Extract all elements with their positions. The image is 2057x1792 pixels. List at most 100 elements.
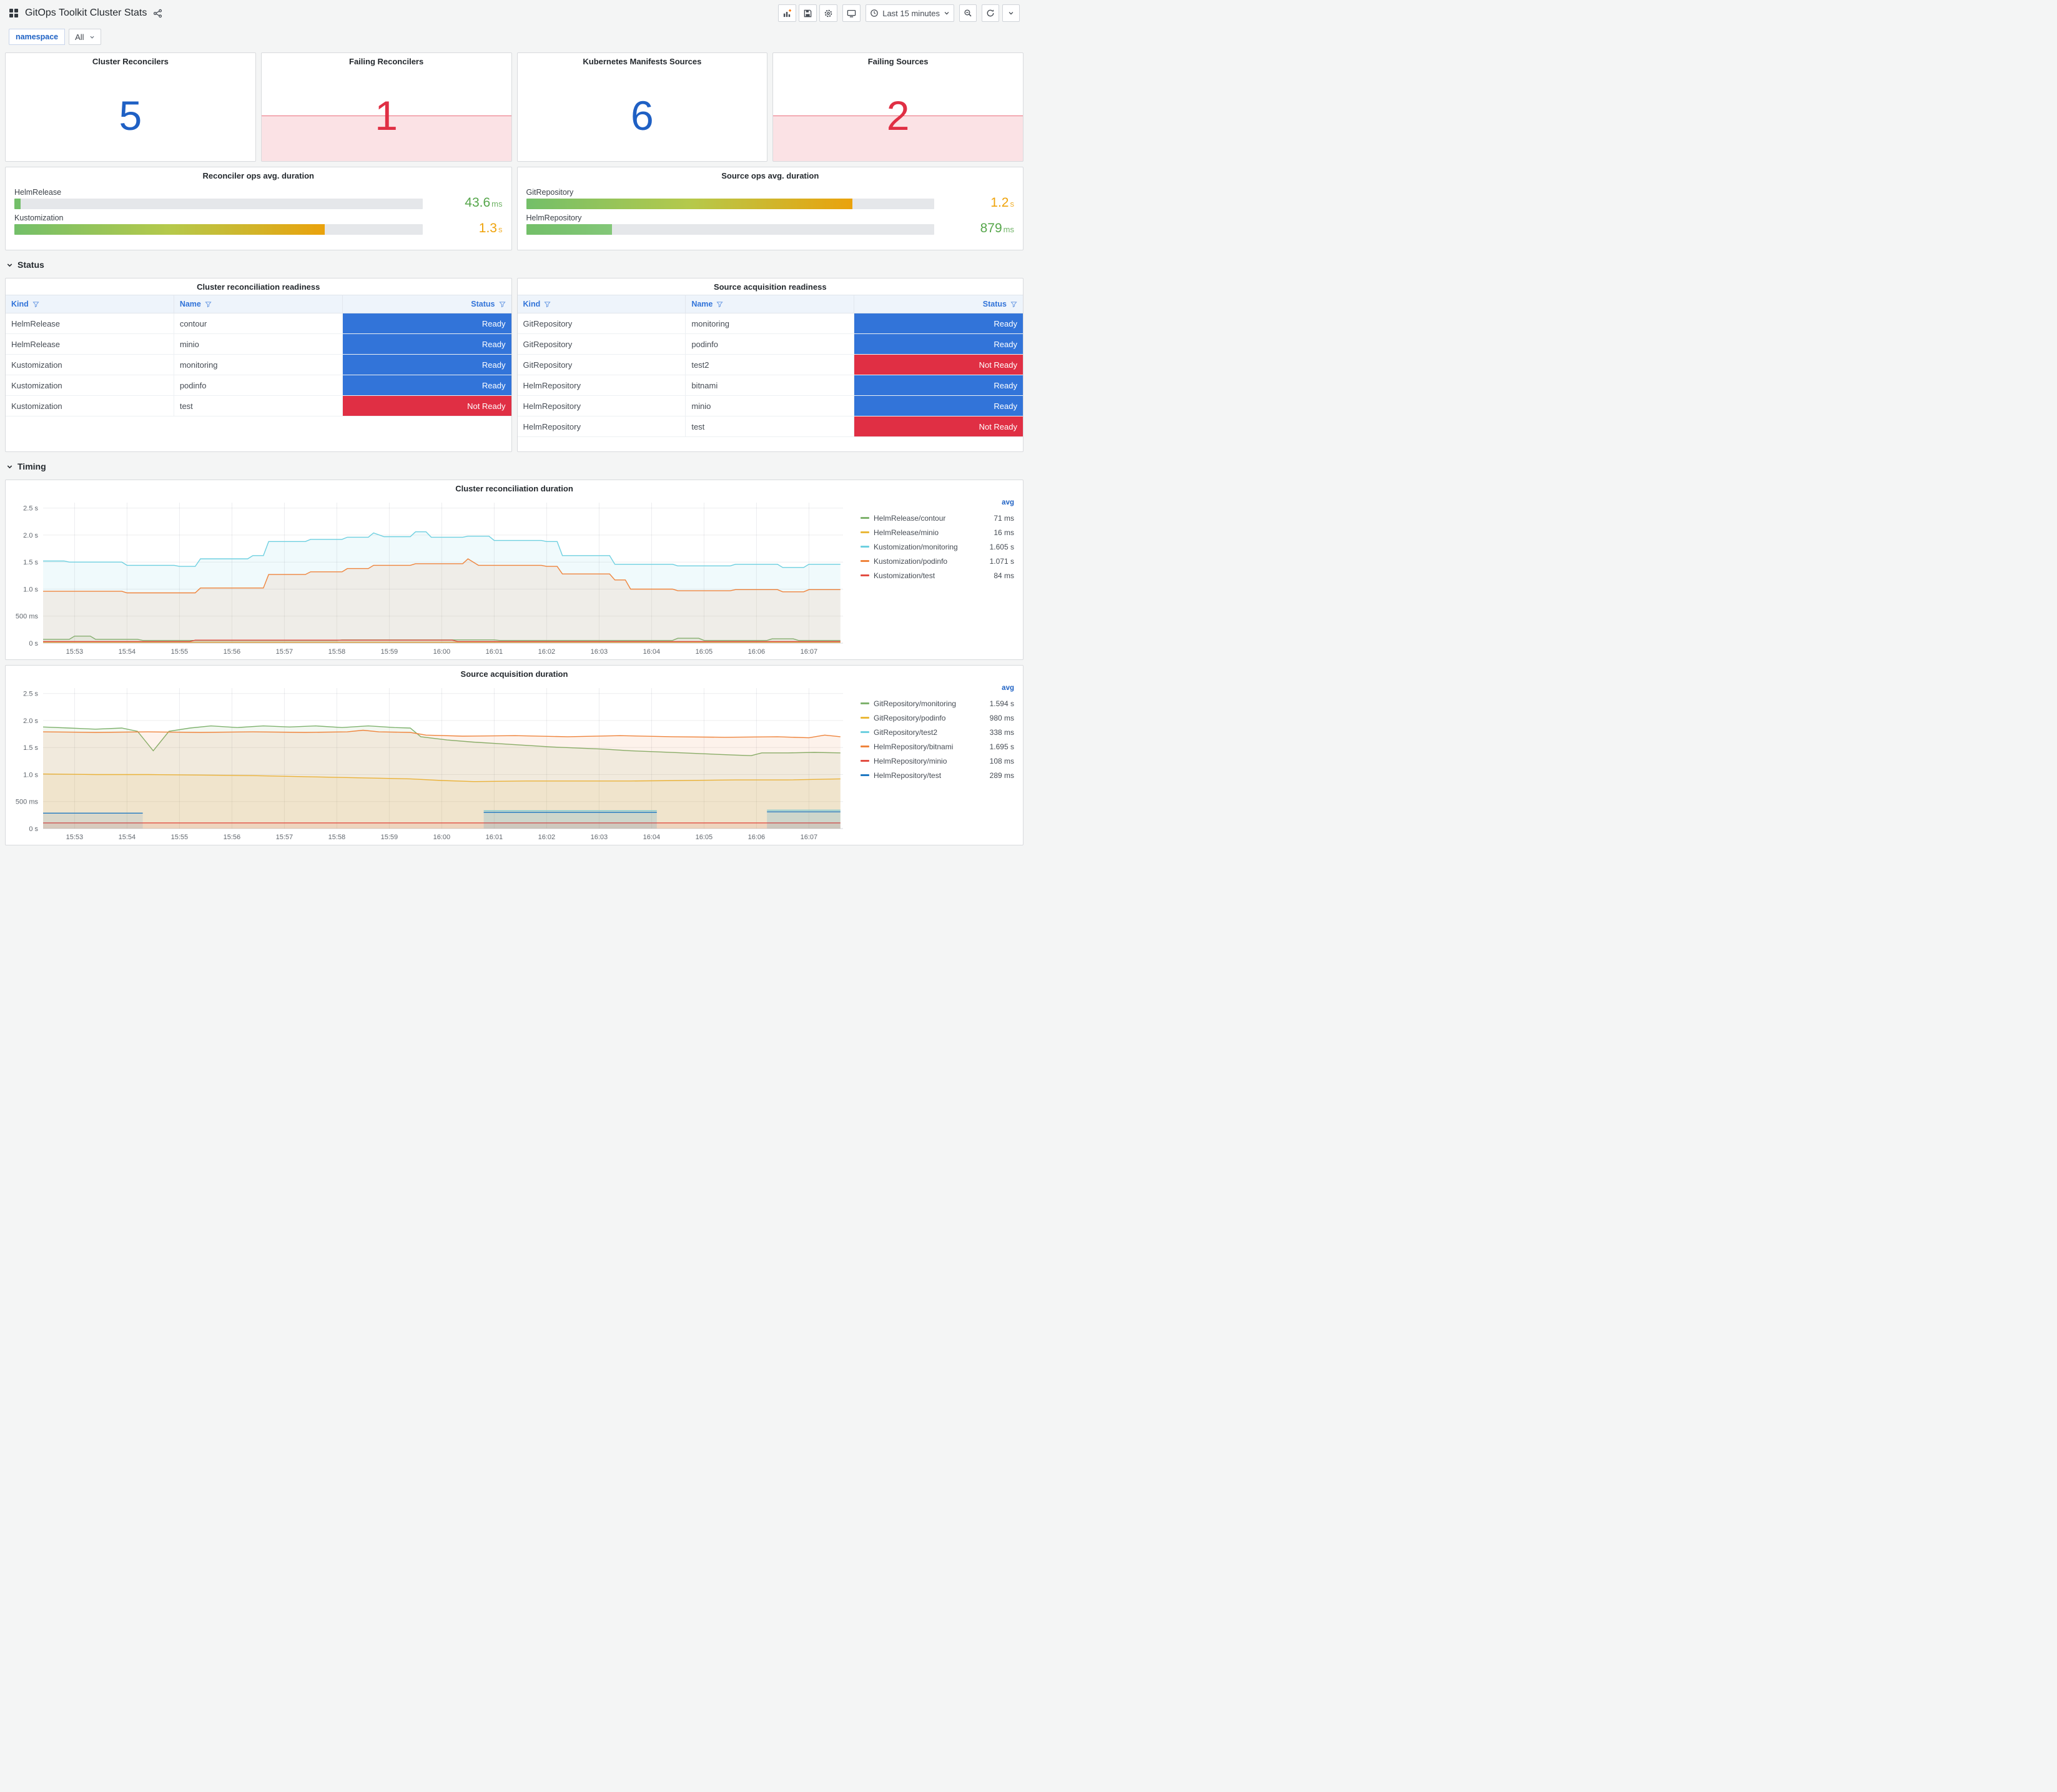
panel-title[interactable]: Cluster Reconcilers: [6, 53, 255, 69]
panel-title[interactable]: Failing Reconcilers: [262, 53, 511, 69]
series-name: HelmRepository/test: [874, 770, 942, 780]
stat-value: 1: [375, 92, 398, 139]
svg-text:15:54: 15:54: [119, 648, 136, 656]
variable-namespace-dropdown[interactable]: All: [69, 29, 101, 45]
row-toggle-timing[interactable]: Timing: [6, 457, 1022, 476]
column-header-name[interactable]: Name: [174, 295, 343, 313]
gauge-fill: [14, 224, 325, 235]
legend-item[interactable]: GitRepository/podinfo 980 ms: [861, 711, 1014, 725]
gauge-value: 1.2 s: [990, 195, 1014, 210]
series-avg-value: 980 ms: [989, 713, 1014, 722]
svg-text:16:00: 16:00: [433, 834, 451, 841]
refresh-button[interactable]: [982, 4, 999, 22]
legend-avg-header[interactable]: avg: [861, 684, 1014, 696]
series-color-dash: [861, 546, 869, 548]
gauge-track: [526, 199, 934, 209]
dashboard-grid-icon[interactable]: [9, 8, 19, 18]
legend-item[interactable]: HelmRepository/bitnami 1.695 s: [861, 739, 1014, 754]
chevron-down-icon: [7, 465, 12, 468]
svg-text:15:56: 15:56: [224, 648, 241, 656]
legend-item[interactable]: Kustomization/monitoring 1.605 s: [861, 539, 1014, 554]
table-row: GitRepository podinfo Ready: [517, 334, 1023, 355]
share-icon[interactable]: [153, 9, 162, 18]
row-toggle-status[interactable]: Status: [6, 255, 1022, 274]
column-header-kind[interactable]: Kind: [6, 295, 174, 313]
filter-icon[interactable]: [544, 301, 551, 308]
legend-item[interactable]: GitRepository/monitoring 1.594 s: [861, 696, 1014, 711]
filter-icon[interactable]: [1010, 301, 1017, 308]
svg-text:1.0 s: 1.0 s: [23, 772, 38, 779]
panel-title[interactable]: Failing Sources: [773, 53, 1023, 69]
time-series-plot[interactable]: 0 s 500 ms 1.0 s 1.5 s 2.0 s 2.5 s 15:53 15:54 1…: [7, 498, 849, 658]
status-badge: Not Ready: [342, 396, 511, 416]
legend-item[interactable]: HelmRelease/minio 16 ms: [861, 525, 1014, 539]
time-series-plot[interactable]: 0 s 500 ms 1.0 s 1.5 s 2.0 s 2.5 s 15:53 15:54 1…: [7, 683, 849, 844]
legend-item[interactable]: HelmRepository/minio 108 ms: [861, 754, 1014, 768]
svg-text:16:00: 16:00: [433, 648, 451, 656]
dashboard-page: GitOps Toolkit Cluster Stats Last 15 min…: [0, 0, 1028, 857]
svg-text:2.0 s: 2.0 s: [23, 717, 38, 725]
legend-item[interactable]: HelmRepository/test 289 ms: [861, 768, 1014, 782]
svg-text:15:54: 15:54: [119, 834, 136, 841]
legend-item[interactable]: HelmRelease/contour 71 ms: [861, 511, 1014, 525]
cell-kind: GitRepository: [518, 313, 686, 333]
panel-title[interactable]: Cluster reconciliation duration: [6, 480, 1023, 496]
legend-item[interactable]: GitRepository/test2 338 ms: [861, 725, 1014, 739]
cell-kind: Kustomization: [6, 355, 174, 375]
panel-title[interactable]: Kubernetes Manifests Sources: [518, 53, 767, 69]
series-name: Kustomization/podinfo: [874, 556, 948, 566]
series-name: HelmRelease/minio: [874, 528, 939, 537]
cell-name: test: [686, 416, 855, 436]
gauge-panel-source-ops: Source ops avg. duration GitRepository 1…: [516, 167, 1024, 250]
legend-avg-header[interactable]: avg: [861, 499, 1014, 511]
filter-icon[interactable]: [716, 301, 723, 308]
column-header-kind[interactable]: Kind: [518, 295, 686, 313]
series-name: GitRepository/podinfo: [874, 713, 946, 722]
filter-icon[interactable]: [32, 301, 39, 308]
time-range-picker[interactable]: Last 15 minutes: [866, 4, 954, 22]
refresh-interval-caret-button[interactable]: [1002, 4, 1020, 22]
svg-text:16:06: 16:06: [748, 834, 766, 841]
column-header-status[interactable]: Status: [854, 295, 1023, 313]
table-row: HelmRelease contour Ready: [6, 313, 511, 334]
cell-name: podinfo: [686, 334, 855, 354]
cell-kind: Kustomization: [6, 375, 174, 395]
dashboard-settings-button[interactable]: [819, 4, 838, 22]
svg-text:16:03: 16:03: [591, 648, 608, 656]
svg-text:16:02: 16:02: [538, 834, 556, 841]
column-header-status[interactable]: Status: [343, 295, 511, 313]
time-range-label: Last 15 minutes: [882, 8, 940, 18]
status-badge: Ready: [342, 375, 511, 395]
legend-item[interactable]: Kustomization/test 84 ms: [861, 568, 1014, 583]
gauge-fill: [526, 199, 853, 209]
svg-text:15:55: 15:55: [171, 834, 189, 841]
cell-name: test2: [686, 355, 855, 375]
svg-text:15:59: 15:59: [381, 834, 398, 841]
panel-title[interactable]: Source acquisition duration: [6, 666, 1023, 682]
chevron-down-icon: [90, 36, 94, 39]
tv-mode-button[interactable]: [842, 4, 861, 22]
column-header-name[interactable]: Name: [686, 295, 855, 313]
panel-title[interactable]: Cluster reconciliation readiness: [6, 278, 511, 295]
panel-title[interactable]: Source acquisition readiness: [518, 278, 1024, 295]
gauge-panel-reconciler-ops: Reconciler ops avg. duration HelmRelease…: [5, 167, 512, 250]
legend-item[interactable]: Kustomization/podinfo 1.071 s: [861, 554, 1014, 568]
table-header-row: Kind Name Status: [6, 295, 511, 313]
panel-title[interactable]: Reconciler ops avg. duration: [14, 167, 503, 184]
filter-icon[interactable]: [205, 301, 212, 308]
series-name: GitRepository/test2: [874, 727, 938, 737]
table-row: HelmRepository bitnami Ready: [517, 375, 1023, 396]
svg-text:1.0 s: 1.0 s: [23, 586, 38, 594]
readiness-table: Kind Name Status GitRepository monitoring Rea…: [517, 295, 1023, 451]
zoom-out-button[interactable]: [959, 4, 977, 22]
series-name: HelmRelease/contour: [874, 513, 946, 523]
stat-panel-failing-sources: Failing Sources 2: [772, 52, 1024, 162]
filter-icon[interactable]: [498, 301, 506, 308]
svg-text:500 ms: 500 ms: [16, 613, 39, 621]
panel-title[interactable]: Source ops avg. duration: [526, 167, 1015, 184]
svg-text:2.5 s: 2.5 s: [23, 691, 38, 698]
add-panel-button[interactable]: [778, 4, 797, 22]
svg-text:15:55: 15:55: [171, 648, 189, 656]
save-dashboard-button[interactable]: [799, 4, 817, 22]
series-avg-value: 1.594 s: [989, 699, 1014, 708]
